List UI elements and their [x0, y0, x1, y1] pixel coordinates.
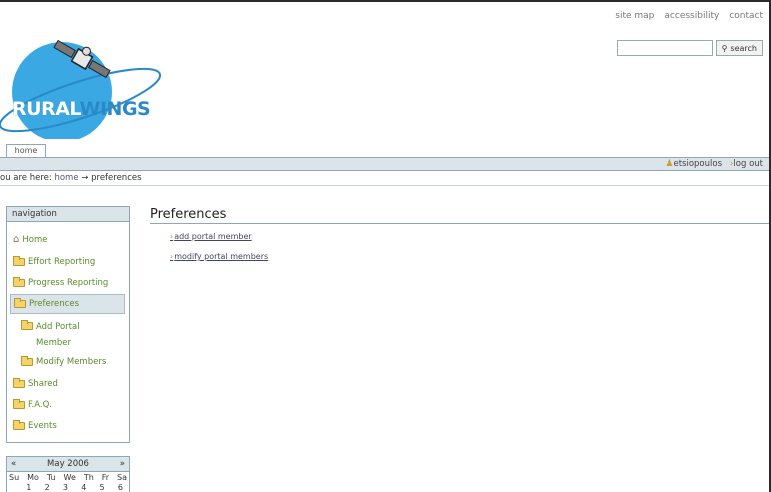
- weekday: Su: [9, 473, 20, 482]
- nav-item-label: Add Portal Member: [36, 322, 80, 348]
- calendar-day[interactable]: 1: [26, 483, 31, 492]
- nav-item-label: Modify Members: [36, 357, 107, 367]
- add-portal-member-link[interactable]: › add portal member: [170, 232, 252, 241]
- weekday: Mo: [27, 473, 39, 482]
- folder-icon: [14, 298, 26, 308]
- folder-icon: [21, 356, 33, 366]
- portal-bar: ♟etsiopoulos ›log out: [0, 157, 769, 171]
- nav-item-effort-reporting[interactable]: Effort Reporting: [13, 255, 95, 269]
- logout-link[interactable]: ›log out: [730, 159, 763, 169]
- arrow-icon: ›: [170, 252, 174, 261]
- nav-item-label: Preferences: [29, 299, 79, 309]
- navigation-header: navigation: [7, 207, 129, 222]
- calendar-day[interactable]: 3: [63, 483, 68, 492]
- search-box: ⚲ search: [616, 40, 763, 56]
- nav-item-label: Progress Reporting: [28, 278, 109, 288]
- folder-icon: [13, 256, 25, 266]
- logout-label: log out: [733, 159, 763, 169]
- accessibility-link[interactable]: accessibility: [664, 11, 719, 21]
- nav-item-modify-members[interactable]: Modify Members: [21, 355, 106, 369]
- calendar-title: May 2006: [47, 459, 89, 469]
- nav-item-events[interactable]: Events: [13, 419, 57, 433]
- user-link[interactable]: ♟etsiopoulos: [665, 159, 722, 169]
- site-actions: site map accessibility contact: [615, 11, 763, 21]
- calendar-portlet: « May 2006 » Su Mo Tu We Th Fr Sa 1 2 3 …: [6, 456, 130, 492]
- logo[interactable]: RURALWINGS: [0, 14, 170, 142]
- navigation-portlet: navigation ⌂ Home Effort Reporting Progr…: [6, 206, 130, 443]
- calendar-day[interactable]: 5: [100, 483, 105, 492]
- nav-item-label: Events: [28, 421, 57, 431]
- weekday: Tu: [46, 473, 56, 482]
- logo-wordmark: RURALWINGS: [12, 98, 151, 120]
- nav-item-label: Shared: [28, 379, 58, 389]
- site-map-link[interactable]: site map: [615, 11, 654, 21]
- calendar-day[interactable]: 2: [45, 483, 50, 492]
- calendar-day[interactable]: 4: [81, 483, 86, 492]
- nav-item-shared[interactable]: Shared: [13, 377, 58, 391]
- arrow-icon: ›: [170, 232, 174, 241]
- folder-icon: [13, 420, 25, 430]
- nav-item-label: F.A.Q.: [28, 400, 52, 410]
- weekday: Sa: [116, 473, 127, 482]
- nav-item-label: Home: [22, 235, 48, 245]
- breadcrumb-divider: [0, 185, 769, 186]
- calendar-weekdays: Su Mo Tu We Th Fr Sa: [7, 472, 129, 483]
- title-underline: [150, 223, 769, 224]
- calendar-week-row: 1 2 3 4 5 6: [7, 483, 129, 492]
- page-frame: site map accessibility contact ⚲ search …: [0, 0, 771, 492]
- page-title: Preferences: [150, 207, 227, 222]
- breadcrumb-home-link[interactable]: home: [54, 173, 78, 183]
- nav-item-add-portal-member[interactable]: Add Portal Member: [21, 319, 101, 351]
- weekday: Fr: [101, 473, 110, 482]
- tab-home[interactable]: home: [6, 144, 46, 157]
- nav-item-progress-reporting[interactable]: Progress Reporting: [13, 276, 108, 290]
- search-button[interactable]: ⚲ search: [715, 40, 763, 56]
- folder-icon: [13, 378, 25, 388]
- logo-text-part2: WINGS: [79, 98, 151, 120]
- link-label: add portal member: [174, 232, 252, 241]
- calendar-prev-button[interactable]: «: [11, 459, 16, 469]
- logo-graphic: [0, 39, 162, 142]
- folder-icon: [13, 399, 25, 409]
- calendar-day[interactable]: 6: [118, 483, 123, 492]
- nav-item-label: Effort Reporting: [28, 257, 96, 267]
- breadcrumb: ou are here: home → preferences: [0, 173, 142, 183]
- home-icon: ⌂: [13, 234, 20, 245]
- nav-item-preferences[interactable]: Preferences: [10, 294, 125, 314]
- weekday: We: [63, 473, 76, 482]
- search-button-label: search: [730, 43, 757, 53]
- breadcrumb-separator: →: [81, 173, 89, 183]
- search-icon: ⚲: [721, 43, 728, 53]
- personal-bar: ♟etsiopoulos ›log out: [665, 159, 763, 169]
- folder-icon: [21, 320, 33, 330]
- weekday: Th: [83, 473, 94, 482]
- nav-item-home[interactable]: ⌂ Home: [13, 233, 47, 247]
- breadcrumb-prefix: ou are here:: [0, 173, 52, 183]
- contact-link[interactable]: contact: [729, 11, 763, 21]
- user-name: etsiopoulos: [673, 159, 722, 169]
- folder-icon: [13, 277, 25, 287]
- breadcrumb-current: preferences: [91, 173, 142, 183]
- modify-portal-members-link[interactable]: › modify portal members: [170, 252, 268, 261]
- calendar-next-button[interactable]: »: [120, 459, 125, 469]
- search-input[interactable]: [616, 40, 713, 56]
- nav-item-faq[interactable]: F.A.Q.: [13, 398, 52, 412]
- calendar-header: « May 2006 »: [7, 457, 129, 472]
- logo-text-part1: RURAL: [12, 98, 80, 120]
- link-label: modify portal members: [174, 252, 269, 261]
